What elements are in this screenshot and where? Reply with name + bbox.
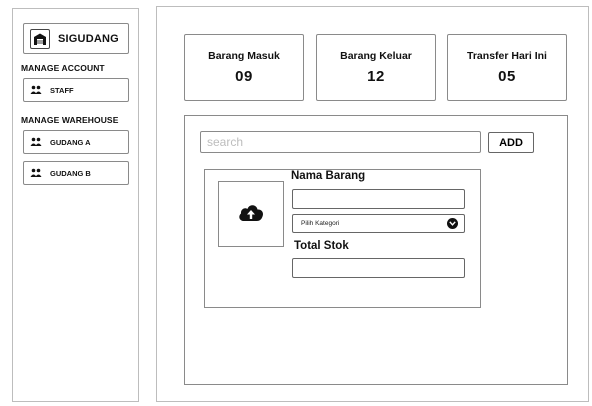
sidebar-item-label: GUDANG B bbox=[50, 168, 91, 178]
users-icon bbox=[30, 137, 42, 147]
chevron-down-icon bbox=[447, 218, 458, 229]
warehouse-icon bbox=[30, 28, 50, 49]
add-item-form: Nama Barang Pilih Kategori Total Stok bbox=[204, 169, 481, 308]
stat-label: Barang Masuk bbox=[208, 50, 280, 62]
section-label-manage-warehouse: MANAGE WAREHOUSE bbox=[21, 115, 119, 125]
stat-card-barang-masuk: Barang Masuk 09 bbox=[184, 34, 304, 101]
stat-value: 09 bbox=[235, 68, 253, 85]
nama-barang-input[interactable] bbox=[292, 189, 465, 209]
stat-card-transfer-hari-ini: Transfer Hari Ini 05 bbox=[447, 34, 567, 101]
total-stok-label: Total Stok bbox=[294, 240, 349, 252]
sidebar: SIGUDANG MANAGE ACCOUNT STAFF MANAGE WAR… bbox=[12, 8, 139, 402]
stat-card-barang-keluar: Barang Keluar 12 bbox=[316, 34, 436, 101]
kategori-select-value: Pilih Kategori bbox=[301, 220, 340, 227]
kategori-select[interactable]: Pilih Kategori bbox=[292, 214, 465, 233]
users-icon bbox=[30, 168, 42, 178]
sidebar-item-staff[interactable]: STAFF bbox=[23, 78, 129, 102]
sidebar-item-gudang-b[interactable]: GUDANG B bbox=[23, 161, 129, 185]
sidebar-item-label: GUDANG A bbox=[50, 137, 91, 147]
section-label-manage-account: MANAGE ACCOUNT bbox=[21, 63, 105, 73]
total-stok-input[interactable] bbox=[292, 258, 465, 278]
content-area: ADD Nama Barang Pilih Kategori bbox=[184, 115, 568, 385]
stat-value: 12 bbox=[367, 68, 385, 85]
add-button[interactable]: ADD bbox=[488, 132, 534, 153]
stat-value: 05 bbox=[498, 68, 516, 85]
users-icon bbox=[30, 85, 42, 95]
search-input[interactable] bbox=[200, 131, 481, 153]
logo-home-button[interactable]: SIGUDANG bbox=[23, 23, 129, 54]
app-title: SIGUDANG bbox=[58, 32, 119, 45]
main-panel: Barang Masuk 09 Barang Keluar 12 Transfe… bbox=[156, 6, 589, 402]
stat-label: Barang Keluar bbox=[340, 50, 412, 62]
sidebar-item-gudang-a[interactable]: GUDANG A bbox=[23, 130, 129, 154]
nama-barang-label: Nama Barang bbox=[291, 170, 366, 182]
stat-label: Transfer Hari Ini bbox=[467, 50, 547, 62]
cloud-upload-icon bbox=[237, 201, 265, 228]
sidebar-item-label: STAFF bbox=[50, 85, 74, 95]
image-upload-button[interactable] bbox=[218, 181, 284, 247]
